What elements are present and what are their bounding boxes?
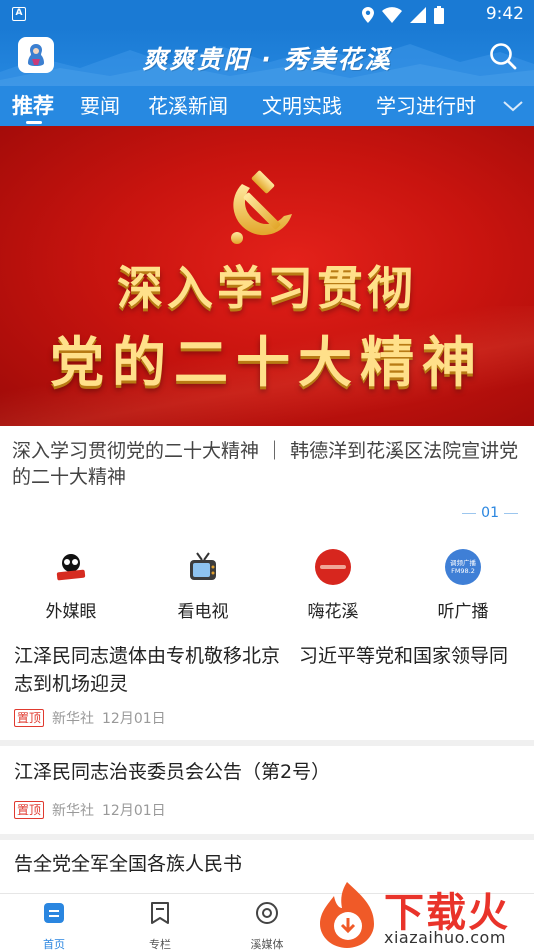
app-header: 爽爽贵阳 · 秀美花溪 (0, 28, 534, 86)
wifi-icon (382, 7, 402, 23)
tab-huaxi-news[interactable]: 花溪新闻 (148, 90, 228, 119)
quick-entry-tv[interactable]: 看电视 (148, 545, 258, 622)
news-date: 12月01日 (102, 711, 166, 727)
bookmark-icon (151, 902, 169, 924)
media-icon (256, 902, 278, 924)
quick-entry-label: 嗨花溪 (307, 602, 359, 622)
nav-home[interactable]: 首页 (14, 900, 94, 950)
home-icon (44, 903, 64, 923)
app-title: 爽爽贵阳 · 秀美花溪 (142, 45, 392, 74)
quick-entry-label: 外媒眼 (45, 602, 97, 622)
carousel-page-number: 01 (481, 505, 499, 521)
quick-entry-label: 听广播 (437, 602, 489, 622)
banner-headline-1: 深入学习贯彻 (117, 261, 417, 315)
banner-caption[interactable]: 深入学习贯彻党的二十大精神 ｜ 韩德洋到花溪区法院宣讲党的二十大精神 (12, 438, 524, 490)
nav-label: 首页 (43, 938, 65, 950)
news-item[interactable]: 江泽民同志治丧委员会公告（第2号） 置顶 新华社 12月01日 (0, 746, 534, 834)
banner-headline-2: 党的二十大精神 (50, 331, 484, 394)
quick-entry-label: 看电视 (177, 602, 229, 622)
app-notification-icon: A (12, 7, 26, 21)
tab-learning[interactable]: 学习进行时 (376, 90, 476, 119)
status-icons (362, 6, 444, 24)
nav-media[interactable]: 溪媒体 (227, 900, 307, 950)
nav-label: 专栏 (149, 938, 171, 950)
pinned-badge: 置顶 (14, 801, 45, 819)
active-tab-indicator (26, 121, 42, 124)
quick-entry-grid: 外媒眼 看电视 嗨花溪 调频广播 FM98.2 听广播 (0, 545, 534, 625)
clock: 9:42 (485, 4, 524, 24)
news-source: 新华社 (52, 803, 95, 819)
nav-label: 溪媒体 (250, 938, 284, 950)
search-icon[interactable] (488, 41, 518, 71)
quick-entry-foreign-media[interactable]: 外媒眼 (16, 545, 126, 622)
radio-icon: 调频广播 FM98.2 (445, 549, 481, 585)
tv-icon (185, 549, 221, 585)
indicator-dash-left (462, 512, 477, 514)
news-title: 江泽民同志遗体由专机敬移北京 习近平等党和国家领导同志到机场迎灵 (14, 645, 509, 695)
signal-icon (410, 7, 426, 23)
hi-huaxi-icon (315, 549, 351, 585)
indicator-dash-right (504, 512, 518, 514)
watermark-url: xiazaihuo.com (384, 928, 506, 947)
news-title: 江泽民同志治丧委员会公告（第2号） (14, 761, 331, 783)
featured-banner[interactable]: 深入学习贯彻 党的二十大精神 (0, 126, 534, 426)
nav-column[interactable]: 专栏 (120, 900, 200, 950)
status-bar: A 9:42 (0, 0, 534, 28)
flame-logo-icon (320, 882, 374, 948)
battery-icon (434, 6, 444, 24)
news-title: 告全党全军全国各族人民书 (14, 853, 243, 875)
tab-civilization-practice[interactable]: 文明实践 (262, 90, 342, 119)
tab-recommend[interactable]: 推荐 (12, 90, 54, 120)
location-icon (362, 7, 374, 23)
news-item[interactable]: 江泽民同志遗体由专机敬移北京 习近平等党和国家领导同志到机场迎灵 置顶 新华社 … (0, 632, 534, 740)
foreign-media-icon (53, 549, 89, 585)
channel-tabs: 推荐 要闻 花溪新闻 文明实践 学习进行时 (0, 86, 534, 126)
tab-headlines[interactable]: 要闻 (80, 90, 120, 119)
news-meta: 置顶 新华社 12月01日 (14, 800, 166, 820)
hammer-sickle-icon (231, 170, 292, 244)
news-source: 新华社 (52, 711, 95, 727)
news-date: 12月01日 (102, 803, 166, 819)
carousel-indicator: 01 (462, 505, 518, 521)
chevron-down-icon[interactable] (502, 96, 524, 116)
watermark: 下载火 xiazaihuo.com (312, 878, 534, 950)
pinned-badge: 置顶 (14, 709, 45, 727)
quick-entry-radio[interactable]: 调频广播 FM98.2 听广播 (408, 545, 518, 622)
news-meta: 置顶 新华社 12月01日 (14, 708, 166, 728)
quick-entry-hi-huaxi[interactable]: 嗨花溪 (278, 545, 388, 622)
radio-icon-text: 调频广播 FM98.2 (450, 559, 476, 575)
